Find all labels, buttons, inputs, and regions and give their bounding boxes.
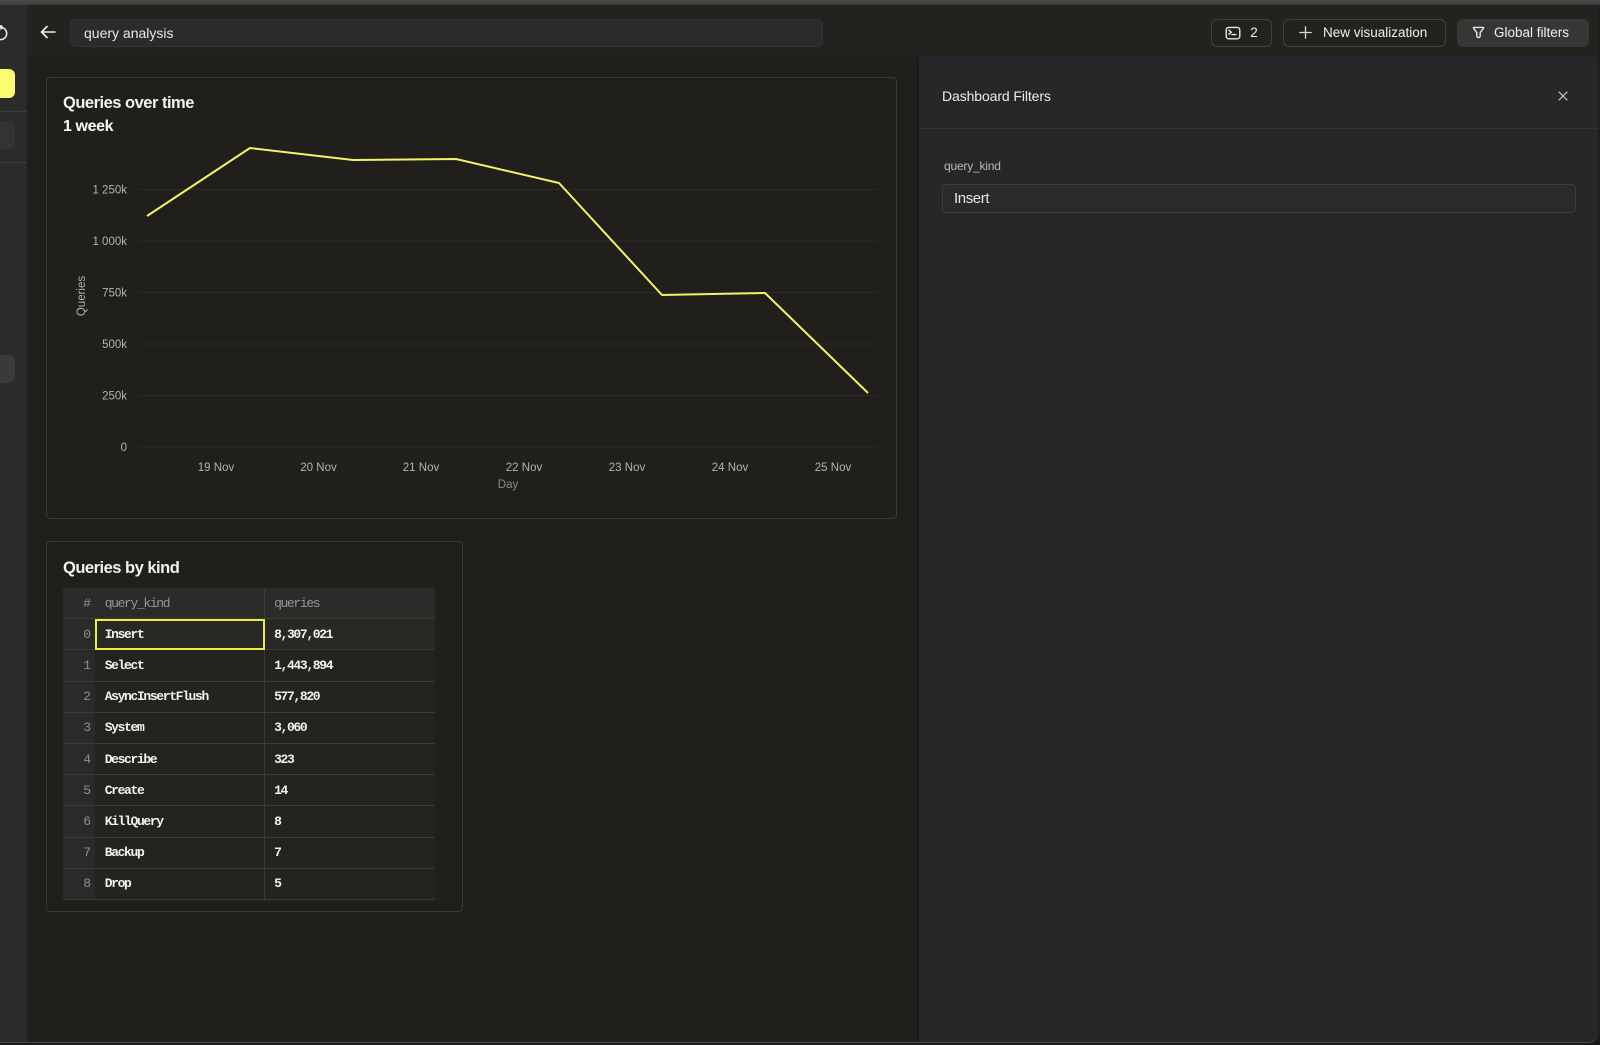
svg-text:20 Nov: 20 Nov [300,462,337,474]
svg-text:19 Nov: 19 Nov [198,462,235,474]
svg-text:750k: 750k [102,288,127,300]
svg-text:Queries: Queries [76,276,88,317]
svg-text:24 Nov: 24 Nov [712,462,749,474]
svg-text:21 Nov: 21 Nov [403,462,440,474]
svg-text:22 Nov: 22 Nov [506,462,543,474]
svg-text:500k: 500k [102,339,127,351]
svg-text:23 Nov: 23 Nov [609,462,646,474]
svg-text:250k: 250k [102,391,127,403]
svg-text:25 Nov: 25 Nov [815,462,852,474]
svg-text:1 250k: 1 250k [92,185,127,197]
svg-text:Day: Day [498,479,519,491]
svg-text:1 000k: 1 000k [92,236,127,248]
svg-text:0: 0 [121,442,127,454]
